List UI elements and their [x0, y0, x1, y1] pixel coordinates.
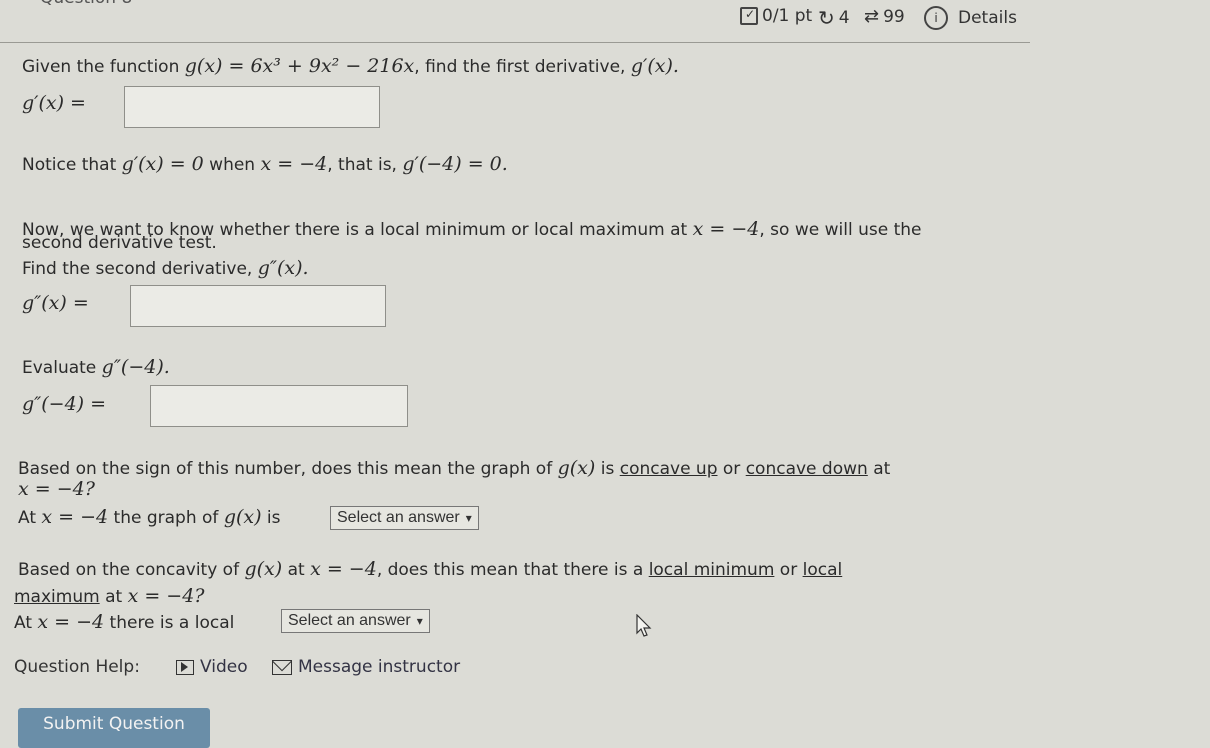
concavity-select[interactable]: Select an answer ▾ — [330, 506, 479, 530]
video-label: Video — [200, 657, 248, 677]
attempts-count: 99 — [883, 6, 905, 27]
extrema-answer-line: At x = −4 there is a local — [14, 611, 235, 633]
local-minimum-term: local minimum — [648, 560, 775, 580]
submit-question-button[interactable]: Submit Question — [18, 708, 210, 748]
retries-count: 4 — [838, 8, 850, 28]
extrema-question-line2: maximum at x = −4? — [14, 585, 205, 607]
video-icon — [176, 659, 194, 675]
concave-up-term: concave up — [619, 459, 718, 479]
envelope-icon — [272, 659, 292, 675]
loop-icon: ⇄ — [864, 6, 880, 27]
notice-text: Notice that g′(x) = 0 when x = −4, that … — [22, 153, 508, 175]
question-title: Question 8 — [40, 0, 132, 8]
concavity-question: Based on the sign of this number, does t… — [18, 457, 891, 479]
concavity-answer-line: At x = −4 the graph of g(x) is — [18, 506, 281, 528]
chevron-down-icon: ▾ — [416, 614, 423, 628]
question-help-label: Question Help: — [14, 657, 140, 677]
details-label: Details — [958, 8, 1017, 28]
q1-prompt: Given the function g(x) = 6x³ + 9x² − 21… — [22, 55, 679, 77]
header-divider — [0, 42, 1030, 43]
evaluate-input[interactable] — [150, 385, 408, 427]
retry-icon: ↻ — [818, 6, 835, 30]
mouse-cursor-icon — [636, 613, 652, 642]
second-intro-line2: second derivative test. — [22, 233, 217, 253]
points-text: 0/1 pt — [762, 6, 813, 26]
details-button[interactable]: i Details — [924, 6, 1017, 30]
second-derivative-label: g″(x) = — [22, 292, 89, 314]
message-label: Message instructor — [298, 657, 461, 677]
local-maximum-term: maximum — [14, 587, 100, 607]
retries-indicator: ↻ 4 — [818, 6, 850, 30]
concavity-question-x: x = −4? — [18, 478, 95, 500]
second-find-text: Find the second derivative, g″(x). — [22, 257, 309, 279]
concave-down-term: concave down — [745, 459, 868, 479]
concavity-select-label: Select an answer — [337, 509, 460, 526]
first-derivative-input[interactable] — [124, 86, 380, 128]
extrema-select[interactable]: Select an answer ▾ — [281, 609, 430, 633]
question-help: Question Help: — [14, 657, 140, 677]
video-link[interactable]: Video — [176, 657, 248, 677]
checkbox-icon: ✓ — [740, 7, 758, 25]
evaluate-label: g″(−4) = — [22, 393, 107, 415]
chevron-down-icon: ▾ — [465, 511, 472, 525]
attempts-indicator: ⇄ 99 — [864, 6, 905, 27]
info-icon: i — [924, 6, 948, 30]
evaluate-text: Evaluate g″(−4). — [22, 356, 170, 378]
points-indicator: ✓ 0/1 pt — [740, 6, 812, 26]
message-instructor-link[interactable]: Message instructor — [272, 657, 460, 677]
extrema-question: Based on the concavity of g(x) at x = −4… — [18, 558, 843, 580]
function-expression: g(x) = 6x³ + 9x² − 216x — [184, 55, 415, 77]
extrema-select-label: Select an answer — [288, 612, 411, 629]
second-derivative-input[interactable] — [130, 285, 386, 327]
first-derivative-label: g′(x) = — [22, 92, 86, 114]
